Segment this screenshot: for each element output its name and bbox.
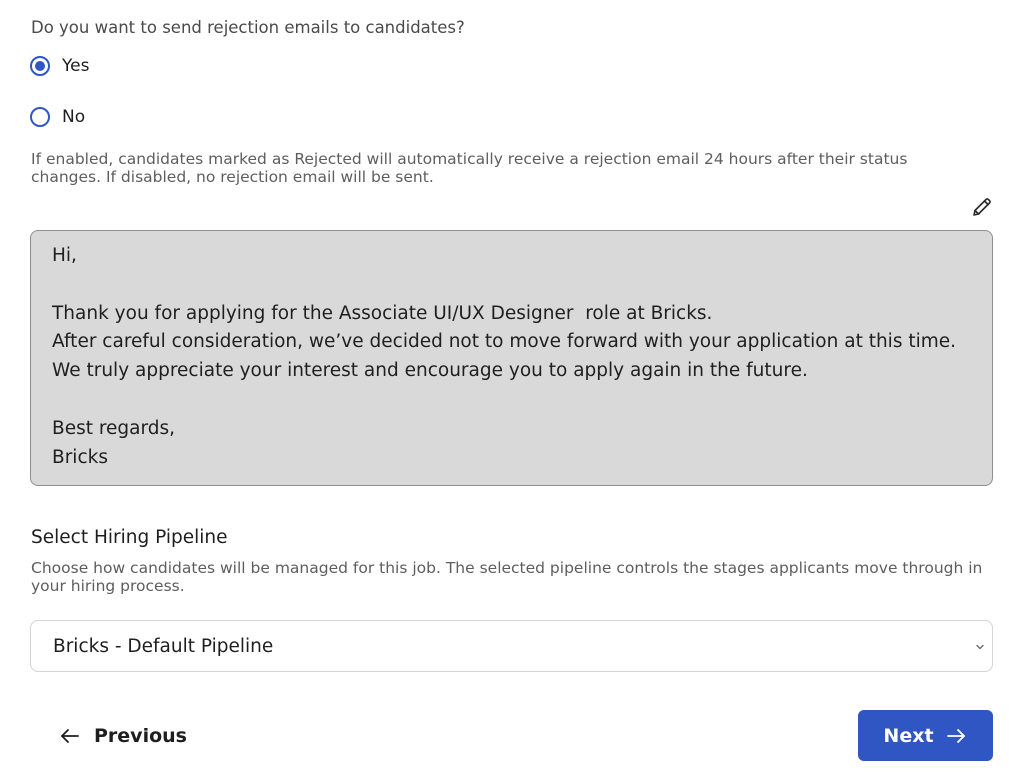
radio-option-yes[interactable]: Yes [30,56,89,76]
pipeline-section-description: Choose how candidates will be managed fo… [31,559,983,595]
rejection-email-question: Do you want to send rejection emails to … [31,18,465,37]
chevron-down-icon [976,644,984,650]
pencil-icon[interactable] [970,195,994,219]
rejection-email-template[interactable]: Hi, Thank you for applying for the Assoc… [30,230,993,486]
radio-option-no[interactable]: No [30,107,85,127]
previous-button[interactable]: Previous [58,720,187,752]
next-button-label: Next [883,724,934,747]
radio-label-yes: Yes [62,56,90,76]
rejection-help-text: If enabled, candidates marked as Rejecte… [31,150,908,186]
radio-label-no: No [62,107,86,127]
next-button[interactable]: Next [858,710,993,761]
arrow-right-icon [946,728,965,743]
pipeline-section-title: Select Hiring Pipeline [31,527,228,548]
hiring-pipeline-selected-value: Bricks - Default Pipeline [53,635,274,657]
radio-button-no[interactable] [30,107,50,127]
arrow-left-icon [61,729,79,743]
job-setup-step: Do you want to send rejection emails to … [0,0,1022,776]
hiring-pipeline-select[interactable]: Bricks - Default Pipeline [30,620,993,672]
previous-button-label: Previous [94,725,187,747]
radio-button-yes[interactable] [30,56,50,76]
